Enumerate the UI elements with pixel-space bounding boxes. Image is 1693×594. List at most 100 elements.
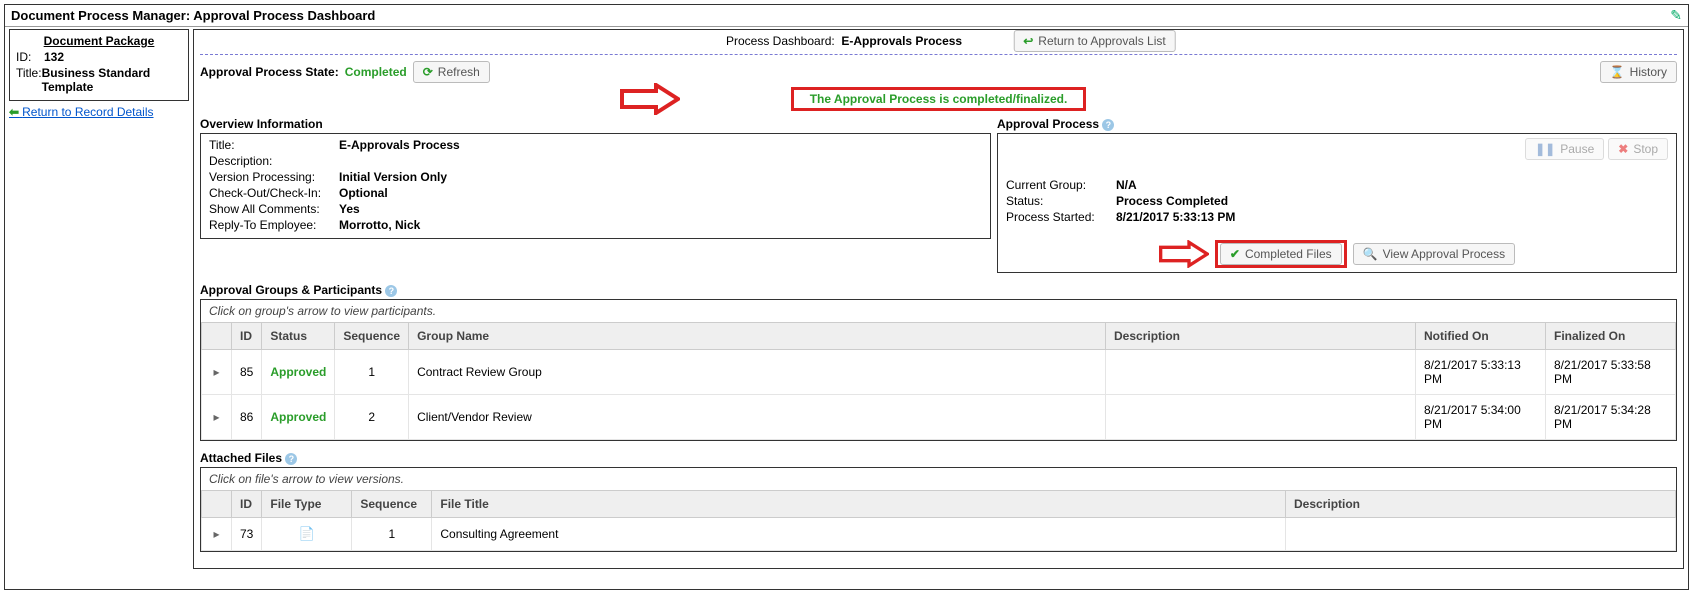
ap-started-v: 8/21/2017 5:33:13 PM xyxy=(1116,210,1235,224)
cell-title: Consulting Agreement xyxy=(432,518,1286,551)
ap-status-v: Process Completed xyxy=(1116,194,1228,208)
cell-notified: 8/21/2017 5:33:13 PM xyxy=(1416,350,1546,395)
cell-desc xyxy=(1106,395,1416,440)
completed-files-button[interactable]: ✔Completed Files xyxy=(1220,243,1342,265)
cell-name: Contract Review Group xyxy=(409,350,1106,395)
groups-table: ID Status Sequence Group Name Descriptio… xyxy=(201,322,1676,440)
overview-box: Title:E-Approvals Process Description: V… xyxy=(200,133,991,239)
pause-text: Pause xyxy=(1560,142,1594,156)
page-title: Document Process Manager: Approval Proce… xyxy=(11,8,375,23)
ap-started-l: Process Started: xyxy=(1006,210,1116,224)
view-process-text: View Approval Process xyxy=(1383,247,1506,261)
ov-ver-v: Initial Version Only xyxy=(339,170,447,184)
cell-notified: 8/21/2017 5:34:00 PM xyxy=(1416,395,1546,440)
overview-heading: Overview Information xyxy=(200,117,991,131)
cell-seq: 1 xyxy=(352,518,432,551)
col-description[interactable]: Description xyxy=(1106,323,1416,350)
col-notified[interactable]: Notified On xyxy=(1416,323,1546,350)
col-type[interactable]: File Type xyxy=(262,491,352,518)
table-row: ▸ 86 Approved 2 Client/Vendor Review 8/2… xyxy=(202,395,1676,440)
ap-status-l: Status: xyxy=(1006,194,1116,208)
cell-status: Approved xyxy=(262,395,335,440)
table-row: ▸ 85 Approved 1 Contract Review Group 8/… xyxy=(202,350,1676,395)
col-id[interactable]: ID xyxy=(232,323,262,350)
ov-reply-v: Morrotto, Nick xyxy=(339,218,420,232)
cell-desc xyxy=(1286,518,1676,551)
state-label: Approval Process State: xyxy=(200,65,339,79)
stop-button: ✖ Stop xyxy=(1608,138,1668,160)
ov-ver-l: Version Processing: xyxy=(209,170,339,184)
edit-icon[interactable]: ✎ xyxy=(1670,7,1682,24)
pkg-id-label: ID: xyxy=(16,50,44,64)
files-table: ID File Type Sequence File Title Descrip… xyxy=(201,490,1676,551)
package-heading: Document Package xyxy=(16,34,182,48)
callout-arrow-icon xyxy=(1159,240,1209,268)
dashboard-process-name: E-Approvals Process xyxy=(841,34,962,48)
pkg-title-value: Business Standard Template xyxy=(42,66,182,94)
view-approval-process-button[interactable]: 🔍 View Approval Process xyxy=(1353,243,1515,265)
ov-check-v: Optional xyxy=(339,186,388,200)
col-group-name[interactable]: Group Name xyxy=(409,323,1106,350)
hourglass-icon: ⌛ xyxy=(1610,65,1625,79)
cell-type: 📄 xyxy=(262,518,352,551)
cell-seq: 1 xyxy=(335,350,409,395)
return-record-details-link[interactable]: ⬅ Return to Record Details xyxy=(9,107,154,119)
arrow-return-icon: ↩ xyxy=(1023,34,1033,48)
approval-box: ❚❚Pause ✖Stop Current Group:N/A Status:P… xyxy=(997,133,1677,273)
expand-toggle[interactable]: ▸ xyxy=(202,395,232,440)
document-package-box: Document Package ID:132 Title:Business S… xyxy=(9,29,189,101)
stop-text: Stop xyxy=(1633,142,1658,156)
files-table-wrap: Click on file's arrow to view versions. … xyxy=(200,467,1677,552)
groups-heading: Approval Groups & Participants xyxy=(200,283,382,297)
cell-id: 73 xyxy=(232,518,262,551)
table-row: ▸ 73 📄 1 Consulting Agreement xyxy=(202,518,1676,551)
state-value: Completed xyxy=(345,65,407,79)
help-icon[interactable]: ? xyxy=(1102,119,1114,131)
files-heading: Attached Files xyxy=(200,451,282,465)
expand-toggle[interactable]: ▸ xyxy=(202,350,232,395)
col-status[interactable]: Status xyxy=(262,323,335,350)
cell-name: Client/Vendor Review xyxy=(409,395,1106,440)
files-hint: Click on file's arrow to view versions. xyxy=(201,468,1676,490)
history-button[interactable]: ⌛ History xyxy=(1600,61,1677,83)
return-approvals-list-button[interactable]: ↩ Return to Approvals List xyxy=(1013,30,1175,52)
ov-title-l: Title: xyxy=(209,138,339,152)
col-expand xyxy=(202,491,232,518)
cell-id: 86 xyxy=(232,395,262,440)
cell-id: 85 xyxy=(232,350,262,395)
help-icon[interactable]: ? xyxy=(285,453,297,465)
cell-status: Approved xyxy=(262,350,335,395)
ov-desc-l: Description: xyxy=(209,154,339,168)
refresh-icon: ⟳ xyxy=(423,65,433,79)
ov-reply-l: Reply-To Employee: xyxy=(209,218,339,232)
pause-button: ❚❚ Pause xyxy=(1525,138,1604,160)
return-approvals-text: Return to Approvals List xyxy=(1038,34,1165,48)
help-icon[interactable]: ? xyxy=(385,285,397,297)
groups-table-wrap: Click on group's arrow to view participa… xyxy=(200,299,1677,441)
pause-icon: ❚❚ xyxy=(1535,142,1555,156)
col-description[interactable]: Description xyxy=(1286,491,1676,518)
col-title[interactable]: File Title xyxy=(432,491,1286,518)
col-sequence[interactable]: Sequence xyxy=(335,323,409,350)
refresh-button[interactable]: ⟳Refresh xyxy=(413,61,490,83)
ov-title-v: E-Approvals Process xyxy=(339,138,460,152)
stop-icon: ✖ xyxy=(1618,142,1628,156)
col-id[interactable]: ID xyxy=(232,491,262,518)
expand-toggle[interactable]: ▸ xyxy=(202,518,232,551)
ov-show-l: Show All Comments: xyxy=(209,202,339,216)
divider xyxy=(200,54,1677,55)
ov-show-v: Yes xyxy=(339,202,360,216)
approval-heading: Approval Process xyxy=(997,117,1099,131)
check-icon: ✔ xyxy=(1230,247,1240,261)
ap-group-v: N/A xyxy=(1116,178,1137,192)
cell-desc xyxy=(1106,350,1416,395)
col-finalized[interactable]: Finalized On xyxy=(1546,323,1676,350)
ov-check-l: Check-Out/Check-In: xyxy=(209,186,339,200)
cell-seq: 2 xyxy=(335,395,409,440)
document-icon: 📄 xyxy=(299,526,315,541)
cell-finalized: 8/21/2017 5:33:58 PM xyxy=(1546,350,1676,395)
dashboard-label: Process Dashboard: xyxy=(726,34,835,48)
history-text: History xyxy=(1630,65,1667,79)
col-sequence[interactable]: Sequence xyxy=(352,491,432,518)
binoculars-icon: 🔍 xyxy=(1363,247,1378,261)
